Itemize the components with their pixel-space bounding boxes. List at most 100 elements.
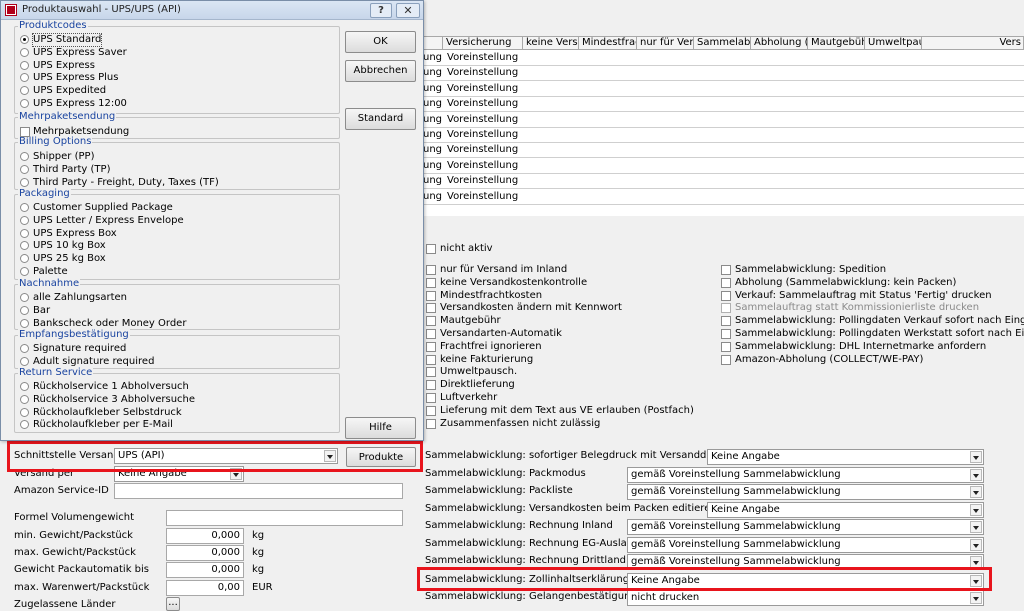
option-radio[interactable] [20,177,29,187]
option-radio[interactable] [20,99,29,108]
table-row[interactable]: ung Voreinstellung [421,81,1024,97]
grid-header-versicherung[interactable]: Versicherung [443,36,523,50]
chevron-down-icon[interactable] [970,451,982,463]
option-radio[interactable] [20,228,29,238]
table-row[interactable]: ung Voreinstellung [421,128,1024,143]
hilfe-button[interactable]: Hilfe [345,417,416,439]
dialog-titlebar[interactable]: Produktauswahl - UPS/UPS (API) ? ✕ [1,1,423,20]
table-row[interactable]: ung Voreinstellung [421,143,1024,159]
help-icon[interactable]: ? [370,3,392,18]
table-row[interactable]: ung Voreinstellung [421,51,1024,66]
packautomatik-input[interactable]: 0,000 [166,562,244,578]
option-checkbox[interactable] [721,265,731,275]
option-checkbox[interactable] [20,127,30,137]
option-checkbox[interactable] [721,277,731,288]
option-radio[interactable] [20,164,29,174]
option-checkbox[interactable] [721,316,731,327]
option-radio[interactable] [20,35,29,44]
zugelassene-laender-button[interactable]: ... [166,597,180,611]
table-cell-versicherung: Voreinstellung [447,82,519,94]
option-checkbox[interactable] [426,316,436,327]
option-label: Rückholservice 3 Abholversuche [33,393,196,405]
option-radio[interactable] [20,394,29,404]
setting-select[interactable]: Keine Angabe [707,449,984,465]
setting-select[interactable]: nicht drucken [627,590,984,606]
option-checkbox[interactable] [426,290,436,301]
chevron-down-icon[interactable] [970,469,982,481]
option-checkbox[interactable] [426,265,436,275]
chevron-down-icon[interactable] [970,592,982,604]
option-checkbox[interactable] [426,354,436,365]
close-icon[interactable]: ✕ [396,3,420,18]
grid-header-abholung[interactable]: Abholung (S [751,36,808,50]
grid-header-keine-versand[interactable]: keine Versand [523,36,579,50]
max-gewicht-input[interactable]: 0,000 [166,545,244,561]
option-radio[interactable] [20,267,29,276]
option-radio[interactable] [20,344,29,353]
option-radio[interactable] [20,318,29,328]
produktauswahl-dialog: Produktauswahl - UPS/UPS (API) ? ✕ Produ… [0,0,424,441]
nicht-aktiv-checkbox[interactable] [426,244,436,254]
table-row[interactable]: ung Voreinstellung [421,66,1024,82]
option-label: Sammelauftrag statt Kommissionierliste d… [735,302,980,314]
option-radio[interactable] [20,215,29,225]
setting-select[interactable]: gemäß Voreinstellung Sammelabwicklung [627,537,984,553]
option-radio[interactable] [20,203,29,212]
table-cell-left: ung [423,67,443,79]
option-checkbox[interactable] [426,367,436,378]
option-radio[interactable] [20,356,29,366]
amazon-service-id-input[interactable] [114,483,403,499]
option-checkbox[interactable] [426,303,436,314]
grid-header-left[interactable] [421,36,443,50]
option-checkbox[interactable] [426,405,436,416]
option-checkbox[interactable] [426,380,436,391]
option-checkbox[interactable] [721,329,731,339]
grid-header-mindestfracht[interactable]: Mindestfrach [579,36,637,50]
setting-select[interactable]: gemäß Voreinstellung Sammelabwicklung [627,467,984,483]
grid-header-vers[interactable]: Vers [922,36,1024,50]
option-checkbox[interactable] [721,303,731,314]
formel-volumengewicht-input[interactable] [166,510,403,526]
chevron-down-icon[interactable] [970,504,982,516]
option-checkbox[interactable] [721,341,731,352]
chevron-down-icon[interactable] [970,521,982,533]
option-radio[interactable] [20,382,29,391]
option-checkbox[interactable] [426,393,436,403]
option-checkbox[interactable] [426,418,436,429]
option-checkbox[interactable] [721,354,731,365]
option-label: Bankscheck oder Money Order [33,317,187,329]
table-row[interactable]: ung Voreinstellung [421,97,1024,113]
warenwert-unit: EUR [252,582,273,593]
option-label: Frachtfrei ignorieren [440,340,542,352]
option-checkbox[interactable] [426,277,436,288]
grid-header-sammelabw[interactable]: Sammelabw [694,36,751,50]
option-checkbox[interactable] [426,329,436,339]
option-checkbox[interactable] [721,290,731,301]
table-row[interactable]: ung Voreinstellung [421,189,1024,205]
table-row[interactable]: ung Voreinstellung [421,112,1024,128]
max-gewicht-label: max. Gewicht/Packstück [14,547,136,558]
abbrechen-button[interactable]: Abbrechen [345,60,416,82]
highlight-zollinhaltserklaerung [417,567,992,591]
chevron-down-icon[interactable] [970,486,982,498]
standard-button[interactable]: Standard [345,108,416,130]
setting-select[interactable]: gemäß Voreinstellung Sammelabwicklung [627,519,984,535]
grid-header-mautgebuehr[interactable]: Mautgebühr [808,36,865,50]
setting-select[interactable]: Keine Angabe [707,502,984,518]
grid-header-umweltpaus[interactable]: Umweltpaus [865,36,922,50]
option-radio[interactable] [20,47,29,57]
option-radio[interactable] [20,60,29,70]
table-row[interactable]: ung Voreinstellung [421,158,1024,174]
warenwert-input[interactable]: 0,00 [166,580,244,596]
option-radio[interactable] [20,305,29,315]
option-radio[interactable] [20,407,29,417]
chevron-down-icon[interactable] [970,539,982,551]
option-checkbox[interactable] [426,341,436,352]
setting-select[interactable]: gemäß Voreinstellung Sammelabwicklung [627,484,984,500]
option-radio[interactable] [20,293,29,302]
grid-header-nur-fuer-vers[interactable]: nur für Vers [637,36,694,50]
table-row[interactable]: ung Voreinstellung [421,174,1024,190]
option-radio[interactable] [20,152,29,161]
ok-button[interactable]: OK [345,31,416,53]
min-gewicht-input[interactable]: 0,000 [166,528,244,544]
